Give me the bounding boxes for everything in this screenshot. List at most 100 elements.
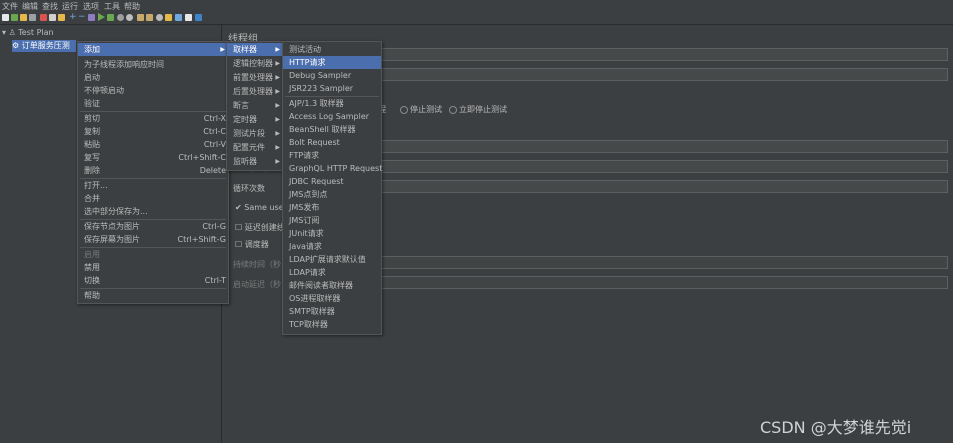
submenu-arrow-icon: ▶ — [275, 60, 280, 67]
sampler-item[interactable]: FTP请求 — [283, 149, 381, 162]
context-menu-item-merge[interactable]: 合并 — [78, 192, 228, 205]
clear-all-icon[interactable] — [146, 14, 153, 21]
error-action-stop-now[interactable]: 立即停止测试 — [449, 104, 507, 115]
threads-field[interactable] — [381, 140, 948, 153]
submenu-item-listener[interactable]: 监听器 ▶ — [227, 155, 283, 168]
same-user-checkbox[interactable]: ✔ Same user — [235, 203, 287, 212]
sampler-item[interactable]: Bolt Request — [283, 136, 381, 149]
checkbox-icon: ☐ — [235, 223, 243, 232]
tree-node-thread-group[interactable]: ⚙ 订单服务压测 — [12, 40, 76, 52]
sampler-item[interactable]: 邮件阅读者取样器 — [283, 279, 381, 292]
submenu-item-assertion[interactable]: 断言 ▶ — [227, 99, 283, 112]
sampler-item[interactable]: JMS订阅 — [283, 214, 381, 227]
submenu-item-test-fragment[interactable]: 测试片段 ▶ — [227, 127, 283, 140]
open-icon[interactable] — [20, 14, 27, 21]
sampler-item[interactable]: GraphQL HTTP Request — [283, 162, 382, 175]
context-menu-item-open[interactable]: 打开... — [78, 179, 228, 192]
start-icon[interactable] — [98, 13, 105, 21]
paste-icon[interactable] — [58, 14, 65, 21]
context-menu-item-duplicate[interactable]: 复写 Ctrl+Shift-C — [78, 151, 228, 164]
ramp-up-field[interactable] — [381, 160, 948, 173]
submenu-item-timer[interactable]: 定时器 ▶ — [227, 113, 283, 126]
context-menu-item-help[interactable]: 帮助 — [78, 289, 228, 302]
error-action-stop-test[interactable]: 停止测试 — [400, 104, 442, 115]
expand-icon[interactable]: + — [69, 13, 77, 22]
loop-count-label: 循环次数 — [233, 184, 265, 193]
context-menu-item-validate[interactable]: 验证 — [78, 97, 228, 110]
sampler-item[interactable]: JMS点到点 — [283, 188, 381, 201]
submenu-arrow-icon: ▶ — [275, 116, 280, 123]
shutdown-icon[interactable] — [126, 14, 133, 21]
scheduler-checkbox[interactable]: ☐ 调度器 — [235, 239, 269, 250]
gear-icon: ⚙ — [12, 41, 20, 50]
submenu-arrow-icon: ▶ — [275, 46, 280, 53]
name-field[interactable] — [381, 48, 948, 61]
context-menu-item-cut[interactable]: 剪切 Ctrl-X — [78, 112, 228, 125]
submenu-item-post-processor[interactable]: 后置处理器 ▶ — [227, 85, 283, 98]
sampler-item[interactable]: OS进程取样器 — [283, 292, 381, 305]
clear-icon[interactable] — [137, 14, 144, 21]
sampler-item[interactable]: JSR223 Sampler — [283, 82, 381, 95]
sampler-item[interactable]: JMS发布 — [283, 201, 381, 214]
startup-delay-field[interactable] — [381, 276, 948, 289]
checkbox-icon: ☐ — [235, 240, 243, 249]
context-menu-item-disable[interactable]: 禁用 — [78, 261, 228, 274]
tree-node-test-plan[interactable]: ▾ ♙ Test Plan — [2, 27, 54, 39]
context-menu-item-enable: 启用 — [84, 250, 100, 259]
help-icon[interactable] — [185, 14, 192, 21]
stop-icon[interactable] — [117, 14, 124, 21]
function-helper-icon[interactable] — [175, 14, 182, 21]
copy-icon[interactable] — [49, 14, 56, 21]
context-menu-item-add-think-times[interactable]: 为子线程添加响应时间 — [78, 58, 228, 71]
submenu-item-sampler[interactable]: 取样器 ▶ — [227, 43, 283, 56]
sampler-item[interactable]: Debug Sampler — [283, 69, 381, 82]
start-no-pause-icon[interactable] — [107, 14, 114, 21]
context-menu-item-add[interactable]: 添加 ▶ — [78, 43, 228, 56]
templates-icon[interactable] — [11, 14, 18, 21]
delay-thread-creation-checkbox[interactable]: ☐ 延迟创建线 — [235, 222, 285, 233]
search-icon[interactable] — [156, 14, 163, 21]
sampler-item[interactable]: LDAP请求 — [283, 266, 381, 279]
save-icon[interactable] — [29, 14, 36, 21]
duration-field[interactable] — [381, 256, 948, 269]
submenu-item-config-element[interactable]: 配置元件 ▶ — [227, 141, 283, 154]
sampler-item[interactable]: 测试活动 — [283, 43, 381, 56]
context-menu-item-save-selection[interactable]: 选中部分保存为... — [78, 205, 228, 218]
collapse-icon[interactable]: − — [78, 13, 86, 22]
sampler-item[interactable]: SMTP取样器 — [283, 305, 381, 318]
context-menu-item-paste[interactable]: 粘贴 Ctrl-V — [78, 138, 228, 151]
sampler-item[interactable]: AJP/1.3 取样器 — [283, 97, 381, 110]
sampler-item[interactable]: Access Log Sampler — [283, 110, 381, 123]
sampler-item[interactable]: JDBC Request — [283, 175, 381, 188]
log-icon[interactable] — [195, 14, 202, 21]
startup-delay-label: 启动延迟（秒 — [233, 280, 281, 289]
duration-label: 持续时间（秒 — [233, 260, 281, 269]
sampler-item[interactable]: LDAP扩展请求默认值 — [283, 253, 381, 266]
tree-node-label: Test Plan — [18, 28, 54, 37]
reset-search-icon[interactable] — [165, 14, 172, 21]
loop-count-field[interactable] — [381, 180, 948, 193]
sampler-item[interactable]: JUnit请求 — [283, 227, 381, 240]
sampler-item-http-request[interactable]: HTTP请求 — [283, 56, 381, 69]
submenu-arrow-icon: ▶ — [220, 46, 225, 53]
context-menu-item-toggle[interactable]: 切换 Ctrl-T — [78, 274, 228, 287]
context-menu: 添加 ▶ 为子线程添加响应时间 启动 不停顿启动 验证 剪切 Ctrl-X 复制 Ct… — [77, 41, 229, 304]
submenu-arrow-icon: ▶ — [275, 144, 280, 151]
cut-icon[interactable] — [40, 14, 47, 21]
context-menu-item-start-no-pause[interactable]: 不停顿启动 — [78, 84, 228, 97]
sampler-item[interactable]: Java请求 — [283, 240, 381, 253]
submenu-arrow-icon: ▶ — [275, 74, 280, 81]
new-icon[interactable] — [2, 14, 9, 21]
context-menu-item-save-screen-image[interactable]: 保存屏幕为图片 Ctrl+Shift-G — [78, 233, 228, 246]
context-menu-item-delete[interactable]: 删除 Delete — [78, 164, 228, 177]
context-menu-item-start[interactable]: 启动 — [78, 71, 228, 84]
sampler-item[interactable]: BeanShell 取样器 — [283, 123, 381, 136]
sampler-item[interactable]: TCP取样器 — [283, 318, 381, 331]
context-menu-item-copy[interactable]: 复制 Ctrl-C — [78, 125, 228, 138]
context-menu-item-save-node-image[interactable]: 保存节点为图片 Ctrl-G — [78, 220, 228, 233]
test-plan-icon: ♙ — [8, 28, 16, 37]
submenu-item-logic-controller[interactable]: 逻辑控制器 ▶ — [227, 57, 283, 70]
submenu-item-pre-processor[interactable]: 前置处理器 ▶ — [227, 71, 283, 84]
toggle-icon[interactable] — [88, 14, 95, 21]
comments-field[interactable] — [381, 68, 948, 81]
